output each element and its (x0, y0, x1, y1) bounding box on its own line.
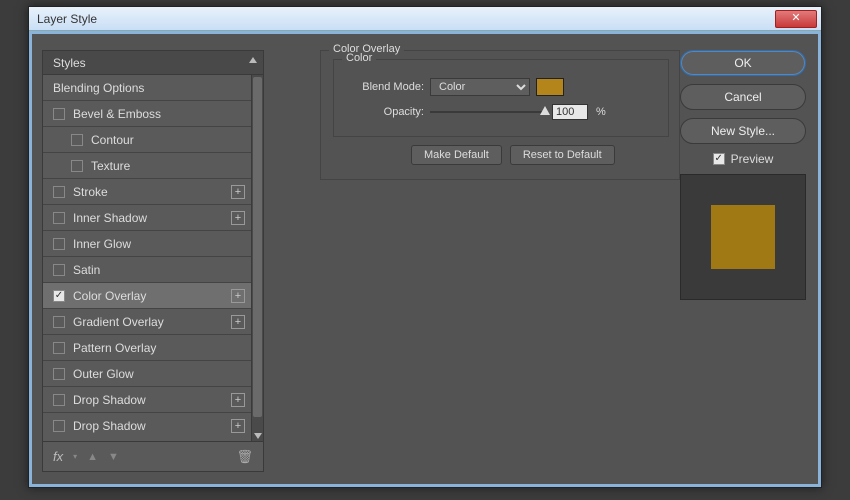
style-item-texture[interactable]: Texture (43, 153, 251, 179)
color-overlay-group: Color Overlay Color Blend Mode: Color Op… (320, 50, 680, 180)
style-item-drop-shadow[interactable]: Drop Shadow+ (43, 413, 251, 439)
checkbox[interactable] (71, 134, 83, 146)
color-swatch[interactable] (536, 78, 564, 96)
blend-mode-label: Blend Mode: (352, 81, 424, 93)
blend-mode-select[interactable]: Color (430, 78, 530, 96)
inner-title: Color (342, 52, 376, 64)
style-item-bevel-emboss[interactable]: Bevel & Emboss (43, 101, 251, 127)
reset-default-button[interactable]: Reset to Default (510, 145, 615, 165)
checkbox[interactable] (53, 264, 65, 276)
style-item-label: Pattern Overlay (73, 341, 245, 355)
style-item-label: Contour (91, 133, 245, 147)
add-effect-icon[interactable]: + (231, 185, 245, 199)
preview-toggle[interactable]: Preview (680, 152, 806, 166)
style-item-inner-shadow[interactable]: Inner Shadow+ (43, 205, 251, 231)
style-item-drop-shadow[interactable]: Drop Shadow+ (43, 387, 251, 413)
add-effect-icon[interactable]: + (231, 419, 245, 433)
style-item-label: Blending Options (53, 81, 245, 95)
cancel-button[interactable]: Cancel (680, 84, 806, 110)
style-item-label: Satin (73, 263, 245, 277)
dialog-title: Layer Style (37, 12, 775, 26)
add-effect-icon[interactable]: + (231, 211, 245, 225)
move-up-icon[interactable]: ▲ (87, 451, 98, 463)
style-item-label: Drop Shadow (73, 393, 231, 407)
styles-scroll-area: Blending Options Bevel & Emboss Contour Tex… (43, 75, 263, 441)
scrollbar[interactable] (251, 75, 263, 441)
style-item-gradient-overlay[interactable]: Gradient Overlay+ (43, 309, 251, 335)
style-item-label: Color Overlay (73, 289, 231, 303)
preview-checkbox[interactable] (713, 153, 725, 165)
style-item-label: Bevel & Emboss (73, 107, 245, 121)
style-item-outer-glow[interactable]: Outer Glow (43, 361, 251, 387)
titlebar[interactable]: Layer Style ✕ (29, 7, 821, 31)
scrollbar-thumb[interactable] (253, 77, 262, 417)
close-button[interactable]: ✕ (775, 10, 817, 28)
checkbox[interactable] (53, 186, 65, 198)
opacity-label: Opacity: (352, 106, 424, 118)
ok-button[interactable]: OK (680, 50, 806, 76)
add-effect-icon[interactable]: + (231, 315, 245, 329)
slider-handle-icon[interactable] (540, 106, 550, 115)
new-style-button[interactable]: New Style... (680, 118, 806, 144)
trash-icon[interactable]: 🗑 (236, 449, 253, 465)
style-item-label: Inner Shadow (73, 211, 231, 225)
make-default-button[interactable]: Make Default (411, 145, 502, 165)
dialog-body: Styles Blending Options Bevel & Emboss Con… (29, 31, 821, 487)
style-item-blending-options[interactable]: Blending Options (43, 75, 251, 101)
layer-style-dialog: Layer Style ✕ Styles Blending Options Bev… (28, 6, 822, 488)
style-item-stroke[interactable]: Stroke+ (43, 179, 251, 205)
style-item-color-overlay[interactable]: Color Overlay+ (43, 283, 251, 309)
checkbox[interactable] (53, 238, 65, 250)
style-item-contour[interactable]: Contour (43, 127, 251, 153)
opacity-slider[interactable] (430, 105, 546, 119)
style-item-satin[interactable]: Satin (43, 257, 251, 283)
chevron-down-icon[interactable] (254, 433, 262, 439)
checkbox[interactable] (53, 420, 65, 432)
opacity-row: Opacity: % (352, 104, 606, 120)
color-group: Color Blend Mode: Color Opacity: (333, 59, 669, 137)
style-item-label: Outer Glow (73, 367, 245, 381)
add-effect-icon[interactable]: + (231, 393, 245, 407)
blend-mode-row: Blend Mode: Color (352, 78, 564, 96)
checkbox[interactable] (53, 316, 65, 328)
checkbox[interactable] (53, 368, 65, 380)
opacity-unit: % (596, 106, 606, 118)
checkbox[interactable] (71, 160, 83, 172)
styles-footer: fx ▾ ▲ ▼ 🗑 (43, 441, 263, 471)
styles-header-label: Styles (53, 56, 86, 70)
checkbox[interactable] (53, 394, 65, 406)
style-item-inner-glow[interactable]: Inner Glow (43, 231, 251, 257)
style-item-pattern-overlay[interactable]: Pattern Overlay (43, 335, 251, 361)
checkbox[interactable] (53, 108, 65, 120)
style-item-label: Gradient Overlay (73, 315, 231, 329)
opacity-input[interactable] (552, 104, 588, 120)
move-down-icon[interactable]: ▼ (108, 451, 119, 463)
chevron-up-icon (249, 57, 257, 63)
styles-header[interactable]: Styles (43, 51, 263, 75)
style-item-label: Stroke (73, 185, 231, 199)
checkbox[interactable] (53, 212, 65, 224)
add-effect-icon[interactable]: + (231, 289, 245, 303)
settings-panel: Color Overlay Color Blend Mode: Color Op… (272, 50, 622, 472)
preview-swatch (711, 205, 775, 269)
style-item-label: Drop Shadow (73, 419, 231, 433)
default-buttons: Make Default Reset to Default (411, 145, 615, 165)
preview-label: Preview (731, 152, 774, 166)
fx-chevron-icon: ▾ (73, 452, 77, 461)
checkbox[interactable] (53, 290, 65, 302)
fx-icon[interactable]: fx (53, 449, 63, 464)
right-panel: OK Cancel New Style... Preview (680, 50, 806, 300)
style-item-label: Inner Glow (73, 237, 245, 251)
checkbox[interactable] (53, 342, 65, 354)
styles-panel: Styles Blending Options Bevel & Emboss Con… (42, 50, 264, 472)
preview-box (680, 174, 806, 300)
style-item-label: Texture (91, 159, 245, 173)
